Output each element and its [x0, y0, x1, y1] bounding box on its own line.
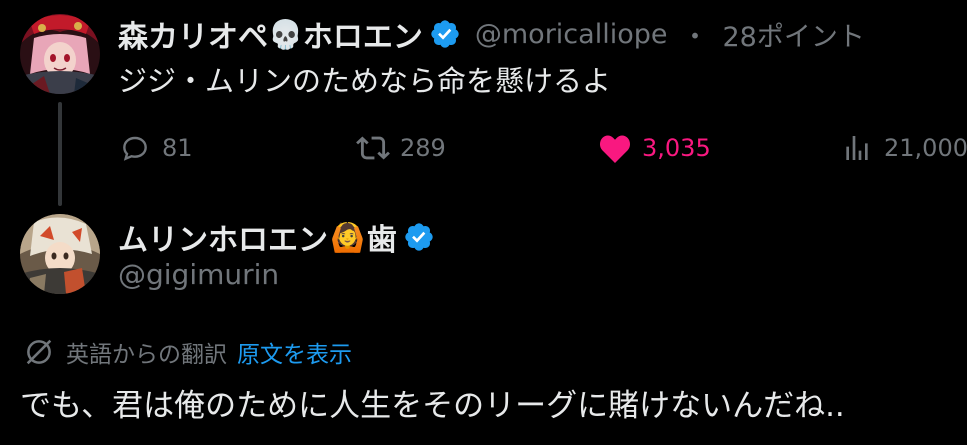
views-count: 21,000 [884, 134, 967, 162]
reply-text: でも、君は俺のために人生をそのリーグに賭けないんだね.. [20, 388, 845, 424]
retweet-action[interactable]: 289 [356, 128, 446, 168]
translate-icon [26, 339, 52, 365]
tweet-text: ジジ・ムリンのためなら命を懸けるよ [118, 64, 612, 98]
author-handle[interactable]: @moricalliope [475, 19, 668, 50]
avatar-moricalliope[interactable] [20, 14, 100, 94]
like-action[interactable]: 3,035 [598, 128, 711, 168]
reply-author-display-name[interactable]: ムリンホロエン [118, 215, 328, 259]
views-action[interactable]: 21,000 [840, 128, 967, 168]
avatar-gigimurin[interactable] [20, 214, 100, 294]
reply-count: 81 [162, 134, 193, 162]
author-display-name-suffix[interactable]: ホロエン [303, 12, 423, 56]
translation-row: 英語からの翻訳 原文を表示 [22, 332, 352, 372]
thread-line [58, 102, 62, 206]
skull-emoji-icon: 💀 [268, 17, 303, 51]
like-count: 3,035 [642, 134, 711, 162]
show-original-link[interactable]: 原文を表示 [237, 335, 352, 369]
retweet-icon [356, 131, 390, 165]
tweet-header: 森カリオペ 💀 ホロエン @moricalliope ・ 28ポイント [118, 12, 865, 56]
translation-label: 英語からの翻訳 [66, 342, 227, 368]
reply-author-handle[interactable]: @gigimurin [118, 258, 279, 291]
reply-author-name-suffix[interactable]: 歯 [367, 215, 397, 259]
verified-badge-icon [405, 223, 433, 251]
verified-badge-icon [431, 20, 459, 48]
author-display-name[interactable]: 森カリオペ [118, 12, 268, 56]
points-label: 28ポイント [722, 21, 865, 53]
separator-dot: ・ [681, 21, 709, 53]
reply-icon [118, 131, 152, 165]
bar-chart-icon [840, 131, 874, 165]
reply-action[interactable]: 81 [118, 128, 193, 168]
heart-icon [598, 131, 632, 165]
retweet-count: 289 [400, 134, 446, 162]
person-gesture-emoji-icon: 🙆 [330, 220, 365, 254]
reply-header: ムリンホロエン 🙆 歯 [118, 212, 435, 262]
